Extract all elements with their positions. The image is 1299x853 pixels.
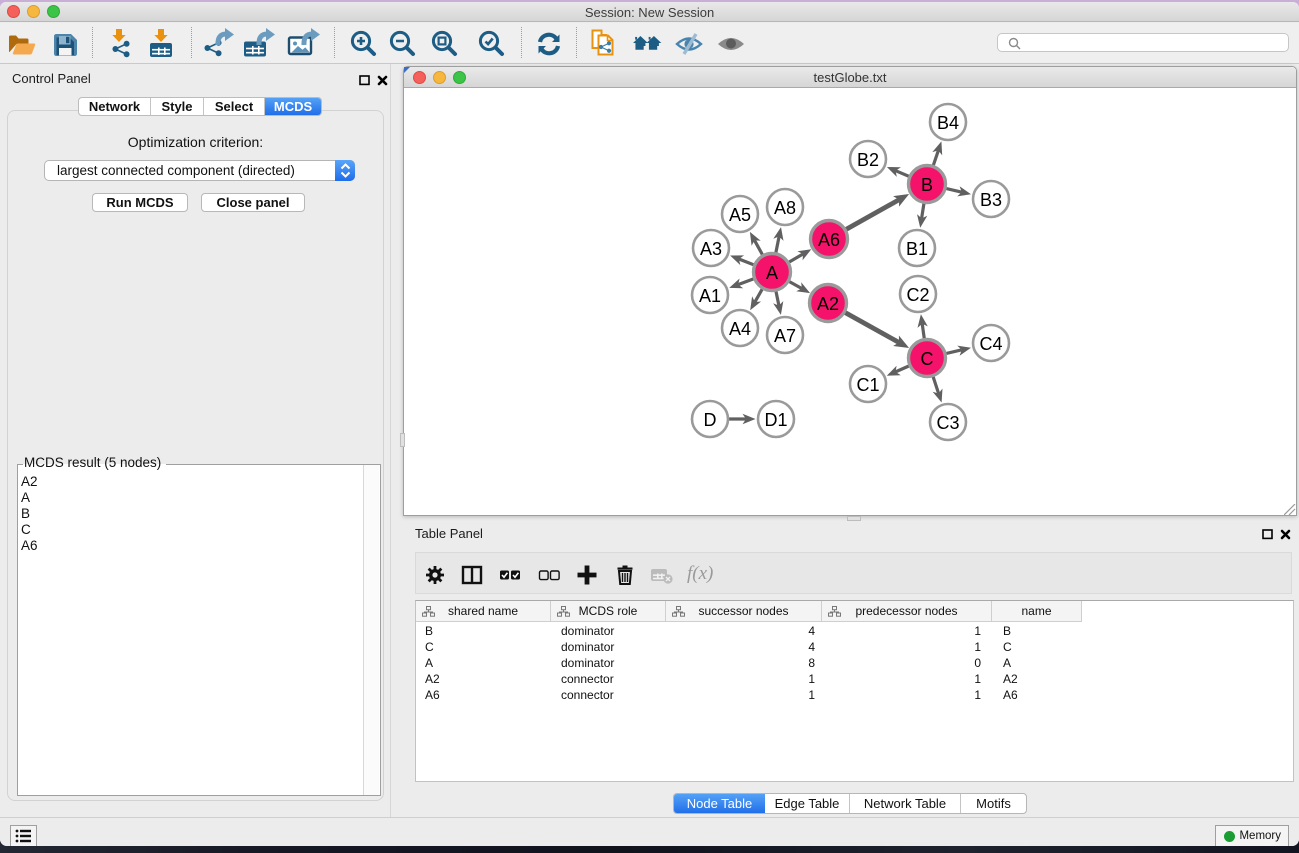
- svg-text:A6: A6: [818, 230, 840, 250]
- svg-text:B: B: [921, 175, 933, 195]
- svg-text:B2: B2: [857, 150, 879, 170]
- svg-text:A: A: [766, 263, 778, 283]
- svg-text:A5: A5: [729, 205, 751, 225]
- svg-text:B3: B3: [980, 190, 1002, 210]
- svg-text:C: C: [921, 349, 934, 369]
- svg-text:A8: A8: [774, 198, 796, 218]
- svg-text:D1: D1: [764, 410, 787, 430]
- svg-text:A2: A2: [817, 294, 839, 314]
- svg-text:C4: C4: [979, 334, 1002, 354]
- svg-text:C1: C1: [856, 375, 879, 395]
- svg-text:A3: A3: [700, 239, 722, 259]
- svg-text:D: D: [704, 410, 717, 430]
- svg-text:A1: A1: [699, 286, 721, 306]
- svg-text:A7: A7: [774, 326, 796, 346]
- svg-text:B1: B1: [906, 239, 928, 259]
- svg-text:C3: C3: [936, 413, 959, 433]
- svg-text:B4: B4: [937, 113, 959, 133]
- svg-text:A4: A4: [729, 319, 751, 339]
- svg-text:C2: C2: [906, 285, 929, 305]
